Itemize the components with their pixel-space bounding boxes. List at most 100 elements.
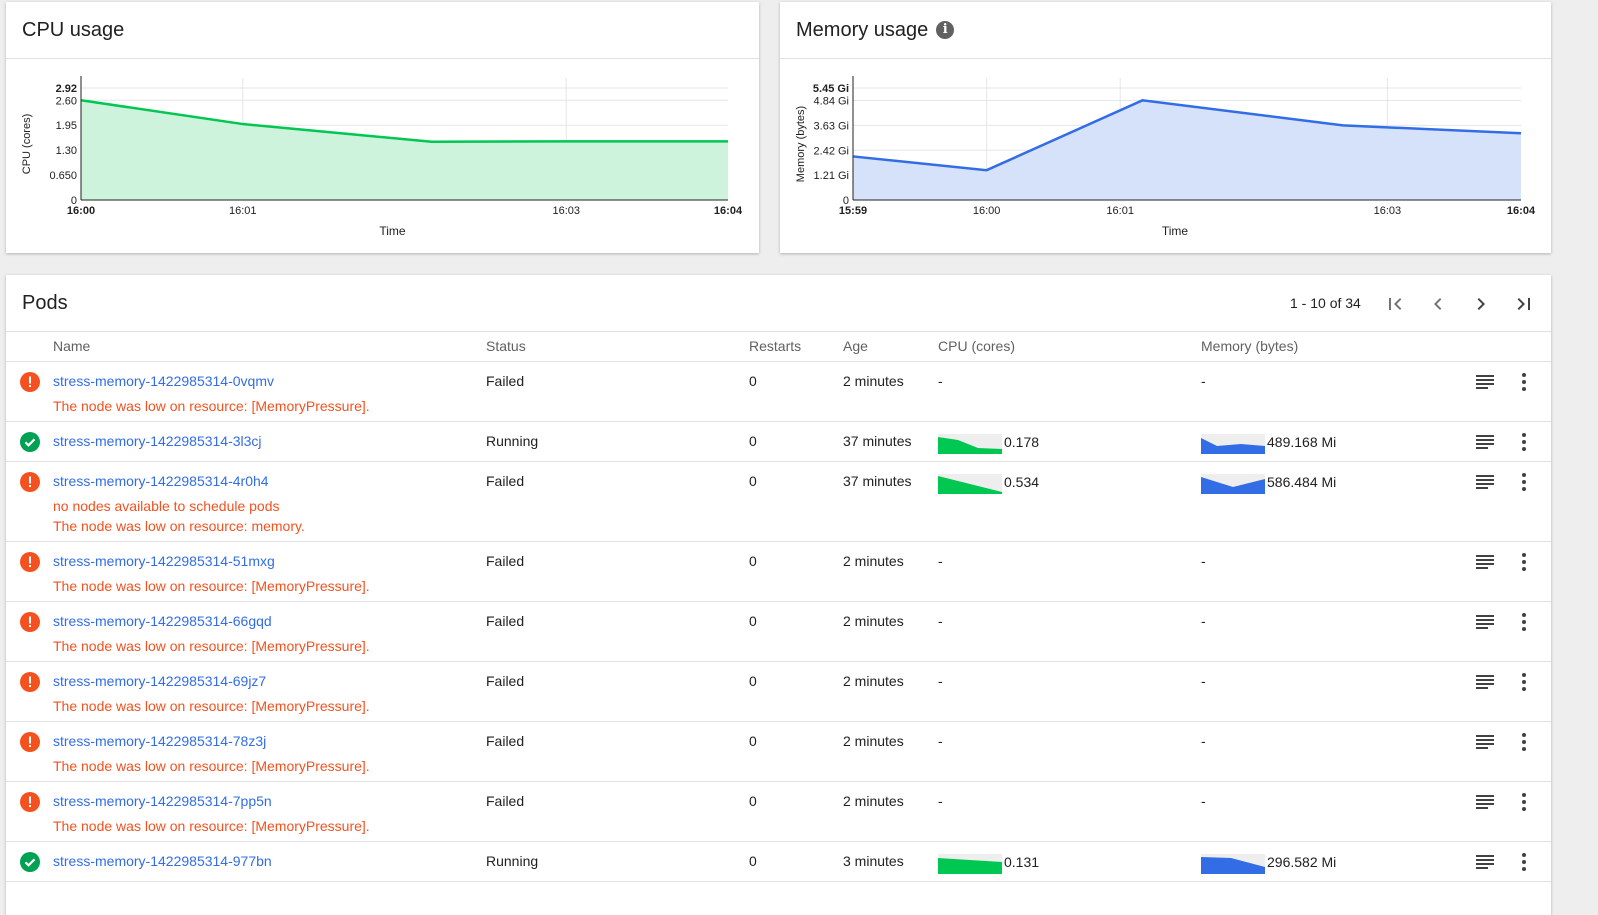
logs-icon[interactable] [1473, 550, 1497, 574]
info-icon[interactable]: i [936, 21, 955, 39]
more-vert-icon[interactable] [1512, 850, 1536, 874]
pod-restarts: 0 [749, 473, 757, 489]
x-tick-label: 16:03 [1374, 205, 1402, 217]
pod-memory: - [1201, 553, 1206, 569]
logs-icon[interactable] [1473, 370, 1497, 394]
x-axis-label: Time [379, 224, 406, 238]
column-restarts[interactable]: Restarts [749, 332, 801, 360]
pod-status: Failed [486, 793, 525, 809]
error-icon [20, 672, 40, 692]
pod-name-link[interactable]: stress-memory-1422985314-977bn [53, 853, 272, 869]
pod-name-link[interactable]: stress-memory-1422985314-4r0h4 [53, 473, 269, 489]
pod-status: Failed [486, 613, 525, 629]
y-tick-label: 1.30 [56, 145, 77, 157]
cpu-chart: 2.922.601.951.300.650016:00 16:01 16:03 16:… [21, 76, 743, 238]
column-memory: Memory (bytes) [1201, 338, 1299, 354]
pod-name-link[interactable]: stress-memory-1422985314-69jz7 [53, 673, 266, 689]
more-vert-icon[interactable] [1512, 790, 1536, 814]
error-icon [20, 792, 40, 812]
memory-chart: 5.45 Gi4.84 Gi3.63 Gi2.42 Gi1.21 Gi015:5… [795, 76, 1536, 238]
pods-table-body: stress-memory-1422985314-0vqmv Failed 0 2 m… [6, 362, 1551, 882]
pod-age: 2 minutes [843, 673, 904, 689]
pods-title: Pods [22, 292, 68, 314]
more-vert-icon[interactable] [1512, 610, 1536, 634]
pod-restarts: 0 [749, 433, 757, 449]
logs-icon[interactable] [1473, 610, 1497, 634]
pod-status: Running [486, 853, 539, 869]
pod-name-link[interactable]: stress-memory-1422985314-66gqd [53, 613, 272, 629]
x-tick-label: 16:04 [714, 205, 743, 217]
pod-error-message: no nodes available to schedule pods [53, 498, 280, 514]
logs-icon[interactable] [1473, 730, 1497, 754]
first-page-icon[interactable] [1383, 292, 1407, 316]
logs-icon[interactable] [1473, 470, 1497, 494]
pod-cpu: - [938, 793, 943, 809]
pod-restarts: 0 [749, 613, 757, 629]
pod-name-link[interactable]: stress-memory-1422985314-0vqmv [53, 373, 274, 389]
pod-status: Failed [486, 673, 525, 689]
error-icon [20, 472, 40, 492]
pod-name-link[interactable]: stress-memory-1422985314-51mxg [53, 553, 275, 569]
pod-status: Failed [486, 473, 525, 489]
pod-restarts: 0 [749, 673, 757, 689]
pod-age: 2 minutes [843, 733, 904, 749]
more-vert-icon[interactable] [1512, 550, 1536, 574]
pod-restarts: 0 [749, 373, 757, 389]
pod-restarts: 0 [749, 853, 757, 869]
table-row[interactable]: stress-memory-1422985314-7pp5n Failed 0 2 m… [6, 782, 1551, 842]
more-vert-icon[interactable] [1512, 370, 1536, 394]
more-vert-icon[interactable] [1512, 470, 1536, 494]
column-name[interactable]: Name [53, 332, 90, 360]
pod-cpu: 0.178 [1004, 434, 1040, 450]
more-vert-icon[interactable] [1512, 670, 1536, 694]
pod-age: 2 minutes [843, 793, 904, 809]
pod-name-link[interactable]: stress-memory-1422985314-3l3cj [53, 433, 262, 449]
x-tick-label: 16:00 [973, 205, 1001, 217]
y-tick-label: 3.63 Gi [814, 120, 849, 132]
pod-status: Failed [486, 373, 525, 389]
table-row[interactable]: stress-memory-1422985314-4r0h4 Failed 0 37 … [6, 462, 1551, 542]
chevron-right-icon[interactable] [1469, 292, 1493, 316]
y-tick-label: 1.21 Gi [814, 170, 849, 182]
logs-icon[interactable] [1473, 430, 1497, 454]
table-row[interactable]: stress-memory-1422985314-66gqd Failed 0 2 m… [6, 602, 1551, 662]
column-age[interactable]: Age [843, 332, 868, 360]
y-axis-label: Memory (bytes) [795, 106, 807, 182]
pod-memory: - [1201, 613, 1206, 629]
pod-restarts: 0 [749, 733, 757, 749]
logs-icon[interactable] [1473, 790, 1497, 814]
pod-status: Running [486, 433, 539, 449]
pod-error-message: The node was low on resource: [MemoryPre… [53, 758, 370, 774]
pod-age: 2 minutes [843, 373, 904, 389]
pod-name-link[interactable]: stress-memory-1422985314-7pp5n [53, 793, 272, 809]
pod-name-link[interactable]: stress-memory-1422985314-78z3j [53, 733, 266, 749]
chevron-left-icon[interactable] [1426, 292, 1450, 316]
more-vert-icon[interactable] [1512, 430, 1536, 454]
x-tick-label: 16:00 [67, 205, 95, 217]
last-page-icon[interactable] [1512, 292, 1536, 316]
y-axis-label: CPU (cores) [21, 114, 33, 175]
table-row[interactable]: stress-memory-1422985314-78z3j Failed 0 2 m… [6, 722, 1551, 782]
pod-status: Failed [486, 733, 525, 749]
error-icon [20, 372, 40, 392]
x-tick-label: 16:03 [552, 205, 580, 217]
more-vert-icon[interactable] [1512, 730, 1536, 754]
table-row[interactable]: stress-memory-1422985314-977bn Running 0 3 … [6, 842, 1551, 882]
logs-icon[interactable] [1473, 850, 1497, 874]
table-row[interactable]: stress-memory-1422985314-0vqmv Failed 0 2 m… [6, 362, 1551, 422]
table-row[interactable]: stress-memory-1422985314-3l3cj Running 0 37… [6, 422, 1551, 462]
table-row[interactable]: stress-memory-1422985314-51mxg Failed 0 2 m… [6, 542, 1551, 602]
pod-age: 37 minutes [843, 473, 912, 489]
column-status[interactable]: Status [486, 332, 526, 360]
pod-error-message: The node was low on resource: [MemoryPre… [53, 818, 370, 834]
pod-status: Failed [486, 553, 525, 569]
memory-usage-card: Memory usage i 5.45 Gi 4.84 Gi 3.63 Gi 2.42… [780, 2, 1551, 253]
pod-memory: 296.582 Mi [1267, 854, 1337, 870]
table-row[interactable]: stress-memory-1422985314-69jz7 Failed 0 2 m… [6, 662, 1551, 722]
x-tick-label: 16:01 [1106, 205, 1134, 217]
pod-error-message: The node was low on resource: [MemoryPre… [53, 578, 370, 594]
y-tick-label: 2.92 [56, 83, 77, 95]
pods-card: Pods 1 - 10 of 34 Name Status Restarts A… [6, 275, 1551, 915]
logs-icon[interactable] [1473, 670, 1497, 694]
x-axis-label: Time [1162, 224, 1189, 238]
